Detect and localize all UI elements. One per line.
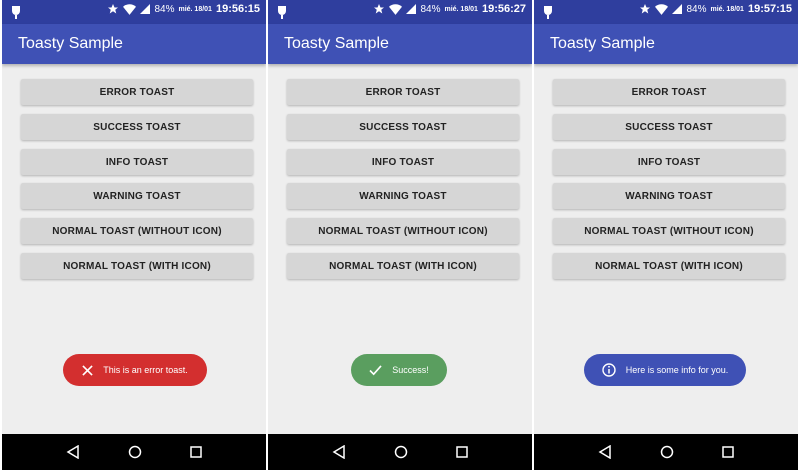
star-icon — [374, 4, 385, 14]
toast-message: Success! — [392, 365, 429, 375]
home-icon[interactable] — [128, 445, 142, 459]
app-title: Toasty Sample — [550, 35, 655, 52]
status-date: mié. 18/01 — [178, 5, 212, 13]
close-icon — [82, 364, 93, 376]
success-toast-button[interactable]: SUCCESS TOAST — [287, 114, 519, 140]
wifi-icon — [389, 3, 403, 15]
status-bar: 84% mié. 18/01 19:56:27 — [268, 0, 532, 24]
status-bar: 84% mié. 18/01 19:57:15 — [534, 0, 798, 24]
notification-icon — [278, 6, 286, 19]
phone-screen-success: 84% mié. 18/01 19:56:27 Toasty Sample ER… — [268, 0, 532, 470]
success-toast-button[interactable]: SUCCESS TOAST — [553, 114, 785, 140]
back-icon[interactable] — [332, 445, 346, 459]
success-toast-button[interactable]: SUCCESS TOAST — [21, 114, 253, 140]
home-icon[interactable] — [394, 445, 408, 459]
info-toast: Here is some info for you. — [584, 354, 746, 386]
warning-toast-button[interactable]: WARNING TOAST — [287, 183, 519, 209]
app-bar: Toasty Sample — [2, 24, 266, 64]
status-bar: 84% mié. 18/01 19:56:15 — [2, 0, 266, 24]
star-icon — [108, 4, 119, 14]
recents-icon[interactable] — [722, 446, 734, 458]
phone-screen-info: 84% mié. 18/01 19:57:15 Toasty Sample ER… — [534, 0, 798, 470]
recents-icon[interactable] — [456, 446, 468, 458]
signal-icon — [672, 4, 683, 14]
back-icon[interactable] — [598, 445, 612, 459]
error-toast-button[interactable]: ERROR TOAST — [553, 79, 785, 105]
status-time: 19:57:15 — [747, 3, 792, 15]
notification-icon — [544, 6, 552, 19]
wifi-icon — [655, 3, 669, 15]
normal-toast-without-icon-button[interactable]: NORMAL TOAST (WITHOUT ICON) — [21, 218, 253, 244]
status-time: 19:56:27 — [481, 3, 526, 15]
error-toast-button[interactable]: ERROR TOAST — [287, 79, 519, 105]
status-time: 19:56:15 — [215, 3, 260, 15]
normal-toast-without-icon-button[interactable]: NORMAL TOAST (WITHOUT ICON) — [287, 218, 519, 244]
wifi-icon — [123, 3, 137, 15]
main-content: ERROR TOAST SUCCESS TOAST INFO TOAST WAR… — [268, 64, 532, 434]
normal-toast-with-icon-button[interactable]: NORMAL TOAST (WITH ICON) — [553, 253, 785, 279]
info-toast-button[interactable]: INFO TOAST — [21, 149, 253, 175]
main-content: ERROR TOAST SUCCESS TOAST INFO TOAST WAR… — [2, 64, 266, 434]
normal-toast-with-icon-button[interactable]: NORMAL TOAST (WITH ICON) — [287, 253, 519, 279]
toast-message: Here is some info for you. — [625, 365, 729, 375]
battery-level: 84% — [154, 3, 175, 15]
app-bar: Toasty Sample — [268, 24, 532, 64]
warning-toast-button[interactable]: WARNING TOAST — [21, 183, 253, 209]
normal-toast-without-icon-button[interactable]: NORMAL TOAST (WITHOUT ICON) — [553, 218, 785, 244]
back-icon[interactable] — [66, 445, 80, 459]
phone-screen-error: 84% mié. 18/01 19:56:15 Toasty Sample ER… — [2, 0, 266, 470]
battery-level: 84% — [686, 3, 707, 15]
app-title: Toasty Sample — [18, 35, 123, 52]
check-icon — [369, 364, 382, 376]
toast-message: This is an error toast. — [103, 365, 188, 375]
app-title: Toasty Sample — [284, 35, 389, 52]
recents-icon[interactable] — [190, 446, 202, 458]
warning-toast-button[interactable]: WARNING TOAST — [553, 183, 785, 209]
navigation-bar — [534, 434, 798, 470]
status-date: mié. 18/01 — [710, 5, 744, 13]
error-toast: This is an error toast. — [63, 354, 207, 386]
navigation-bar — [2, 434, 266, 470]
status-date: mié. 18/01 — [444, 5, 478, 13]
signal-icon — [140, 4, 151, 14]
main-content: ERROR TOAST SUCCESS TOAST INFO TOAST WAR… — [534, 64, 798, 434]
info-toast-button[interactable]: INFO TOAST — [553, 149, 785, 175]
signal-icon — [406, 4, 417, 14]
star-icon — [640, 4, 651, 14]
navigation-bar — [268, 434, 532, 470]
info-toast-button[interactable]: INFO TOAST — [287, 149, 519, 175]
battery-level: 84% — [420, 3, 441, 15]
error-toast-button[interactable]: ERROR TOAST — [21, 79, 253, 105]
normal-toast-with-icon-button[interactable]: NORMAL TOAST (WITH ICON) — [21, 253, 253, 279]
home-icon[interactable] — [660, 445, 674, 459]
notification-icon — [12, 6, 20, 19]
app-bar: Toasty Sample — [534, 24, 798, 64]
success-toast: Success! — [351, 354, 447, 386]
info-icon — [602, 363, 616, 377]
